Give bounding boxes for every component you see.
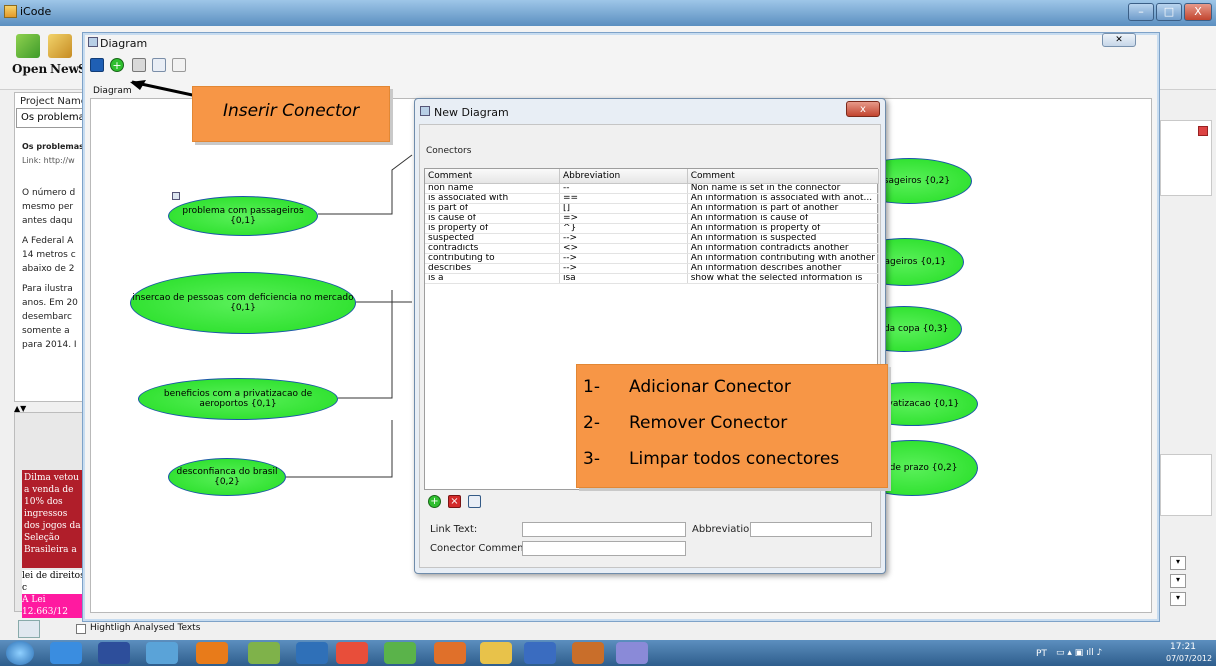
cell: <> [559,243,688,254]
collapse-icon[interactable] [172,192,180,200]
cell: => [559,213,688,224]
dialog-close-button[interactable]: x [846,101,880,117]
table-row[interactable]: is property of ^} An information is proper… [425,223,880,234]
clear-connectors-icon[interactable] [468,495,481,508]
vm-icon[interactable] [296,642,328,664]
cell: An information contradicts another [687,243,880,254]
table-row[interactable]: describes --> An information describes ano… [425,263,880,274]
step-text: Remover Conector [629,413,788,433]
network-icon[interactable] [146,642,178,664]
clock-time[interactable]: 17:21 [1170,642,1196,652]
table-row[interactable]: suspected --> An information is suspected [425,233,880,244]
dialog-title: New Diagram [434,106,509,119]
cell: Non name is set in the connector [687,183,880,194]
highlight-checkbox[interactable] [76,624,86,634]
cell: contradicts [425,243,560,254]
cell: describes [425,263,560,274]
add-connector-icon[interactable]: + [428,495,441,508]
link-text-field[interactable] [522,522,686,537]
cell: An information is suspected [687,233,880,244]
dialog-icon [420,106,430,116]
word-icon[interactable] [524,642,556,664]
link-text-label: Link Text: [430,524,478,535]
table-row[interactable]: is part of[] An information is part of an… [425,203,880,214]
step-row: 3- Limpar todos conectores [583,449,887,485]
cell: show what the selected information is [687,273,880,284]
insert-connector-callout: Inserir Conector [192,86,390,142]
office-icon[interactable] [434,642,466,664]
diagram-node[interactable]: problema com passageiros {0,1} [168,196,318,236]
abbreviation-label: Abbreviation: [692,524,759,535]
tray-language[interactable]: PT [1036,649,1047,659]
cell: ^} [559,223,688,234]
step-number: 3- [583,449,600,469]
paint-icon[interactable] [616,642,648,664]
panel-toggle-icon[interactable] [18,620,40,638]
step-text: Limpar todos conectores [629,449,840,469]
diagram-node[interactable]: desconfianca do brasil {0,2} [168,458,286,496]
step-number: 2- [583,413,600,433]
step-number: 1- [583,377,600,397]
step-row: 1- Adicionar Conector [583,377,887,413]
media-icon[interactable] [196,642,228,664]
java-icon[interactable] [572,642,604,664]
column-header[interactable]: Comment [425,169,560,184]
step-row: 2- Remover Conector [583,413,887,449]
conector-comment-label: Conector Comment: [430,543,531,554]
users-icon[interactable] [248,642,280,664]
eclipse-icon[interactable] [98,642,130,664]
diagram-node[interactable]: beneficios com a privatizacao de aeropor… [138,378,338,420]
table-row[interactable]: contradicts <> An information contradicts … [425,243,880,254]
start-icon[interactable] [6,641,34,665]
step-text: Adicionar Conector [629,377,791,397]
cell: --> [559,253,688,264]
clock-date[interactable]: 07/07/2012 [1166,654,1212,663]
remove-connector-icon[interactable]: × [448,495,461,508]
cell: is part of [425,203,560,214]
table-row[interactable]: non name -- Non name is set in the connect… [425,183,880,194]
cell: -- [559,183,688,194]
cell: is a [425,273,560,284]
cell: is property of [425,223,560,234]
cell: non name [425,183,560,194]
cell: An information is associated with anot..… [687,193,880,204]
conectors-group-label: Conectors [426,146,472,156]
cell: is cause of [425,213,560,224]
folder-icon[interactable] [480,642,512,664]
highlight-label: Hightligh Analysed Texts [90,623,201,633]
cell: isa [559,273,688,284]
cell: [] [559,203,688,214]
column-header[interactable]: Comment [687,169,880,184]
diagram-node[interactable]: insercao de pessoas com deficiencia no m… [130,272,356,334]
table-row[interactable]: is associated with == An information is as… [425,193,880,204]
steps-callout: 1- Adicionar Conector 2- Remover Conector … [576,364,888,488]
cell: --> [559,233,688,244]
column-header[interactable]: Abbreviation [559,169,688,184]
table-row[interactable]: is a isa show what the selected informatio… [425,273,880,284]
cell: suspected [425,233,560,244]
chrome-icon[interactable] [336,642,368,664]
ie-icon[interactable] [50,642,82,664]
cell: An information is property of [687,223,880,234]
abbreviation-field[interactable] [750,522,872,537]
tray-icons[interactable]: ▭ ▴ ▣ ıll ♪ [1056,648,1116,658]
cell: contributing to [425,253,560,264]
table-row[interactable]: contributing to --> An information contrib… [425,253,880,264]
table-row[interactable]: is cause of => An information is cause of [425,213,880,224]
talk-icon[interactable] [384,642,416,664]
cell: An information is part of another [687,203,880,214]
cell: --> [559,263,688,274]
cell: An information contributing with another [687,253,880,264]
cell: An information is cause of [687,213,880,224]
conector-comment-field[interactable] [522,541,686,556]
taskbar [0,640,1216,666]
cell: == [559,193,688,204]
cell: is associated with [425,193,560,204]
cell: An information describes another [687,263,880,274]
